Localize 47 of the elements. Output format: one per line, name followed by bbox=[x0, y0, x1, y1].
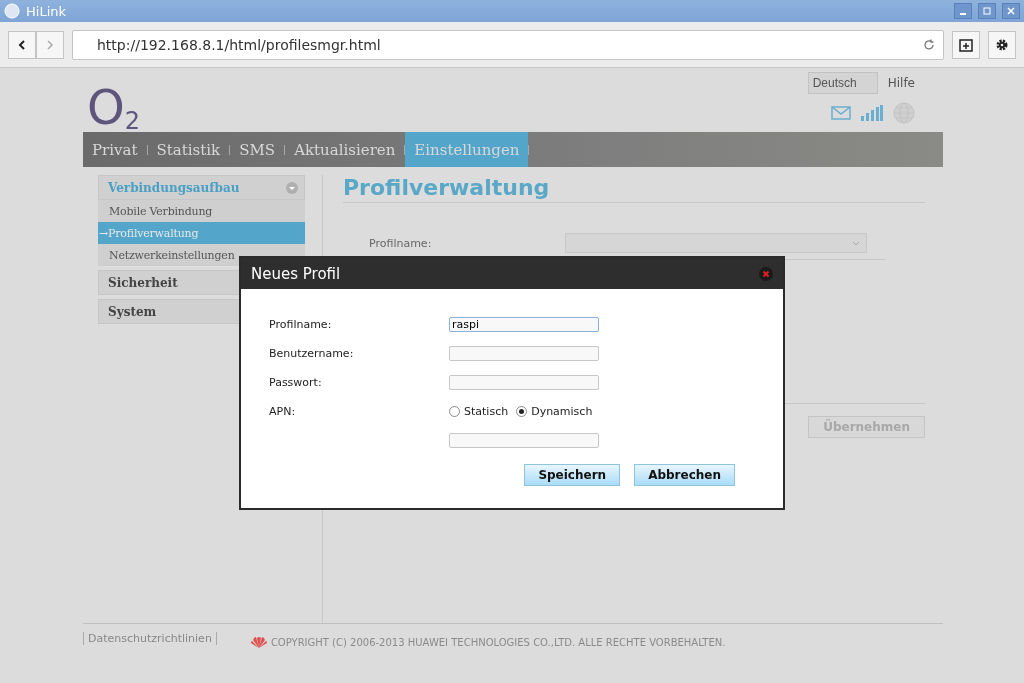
text-field[interactable] bbox=[449, 375, 599, 390]
nav-tab[interactable]: Privat bbox=[83, 132, 147, 167]
maximize-icon bbox=[983, 7, 991, 15]
maximize-button[interactable] bbox=[978, 3, 996, 19]
minimize-button[interactable] bbox=[954, 3, 972, 19]
field-label: Benutzername: bbox=[269, 347, 355, 360]
field-label: APN: bbox=[269, 405, 297, 418]
field-label: Profilname: bbox=[369, 236, 433, 250]
mail-icon bbox=[831, 106, 851, 120]
flower-logo-icon bbox=[250, 636, 267, 648]
address-bar[interactable]: http://192.168.8.1/html/profilesmgr.html bbox=[72, 29, 944, 60]
plus-icon bbox=[959, 37, 973, 52]
collapse-icon[interactable] bbox=[286, 181, 298, 194]
close-icon bbox=[1007, 7, 1015, 15]
close-button[interactable] bbox=[1002, 3, 1020, 19]
globe-icon bbox=[893, 102, 915, 124]
dialog-button[interactable]: Speichern bbox=[524, 464, 621, 486]
radio-label: Statisch bbox=[464, 405, 509, 418]
settings-button[interactable] bbox=[988, 30, 1016, 59]
page-title: Profilverwaltung bbox=[343, 175, 925, 203]
radio-label: Dynamisch bbox=[531, 405, 593, 418]
close-icon[interactable] bbox=[759, 266, 773, 281]
text-field[interactable] bbox=[449, 346, 599, 361]
back-button[interactable] bbox=[8, 30, 36, 59]
field-label: Passwort: bbox=[269, 376, 323, 389]
nav-tab[interactable]: Aktualisieren bbox=[285, 132, 405, 167]
privacy-link[interactable]: Datenschutzrichtlinien bbox=[83, 632, 217, 645]
nav-tab[interactable]: SMS bbox=[230, 132, 285, 167]
chevron-icon bbox=[852, 240, 860, 246]
sidebar-item[interactable]: Mobile Verbindung bbox=[98, 200, 305, 222]
window-title: HiLink bbox=[26, 3, 67, 19]
new-tab-button[interactable] bbox=[952, 30, 980, 59]
apn-field[interactable] bbox=[449, 433, 599, 448]
dialog-button[interactable]: Abbrechen bbox=[634, 464, 735, 486]
text-field[interactable]: raspi bbox=[449, 317, 599, 332]
copyright-text: COPYRIGHT (C) 2006-2013 HUAWEI TECHNOLOGIES CO.,LTD. ALLE RECHTE VORBEHALTEN. bbox=[270, 636, 726, 648]
help-link[interactable]: Hilfe bbox=[887, 76, 915, 90]
chevron-left-icon bbox=[17, 39, 27, 50]
reload-icon[interactable] bbox=[923, 38, 935, 51]
radio-button[interactable] bbox=[449, 406, 460, 417]
gear-icon bbox=[995, 37, 1009, 52]
language-select[interactable]: Deutsch bbox=[807, 72, 878, 94]
nav-tab[interactable]: Statistik bbox=[147, 132, 230, 167]
chevron-right-icon bbox=[45, 39, 55, 50]
signal-icon bbox=[861, 105, 883, 121]
radio-button[interactable] bbox=[516, 406, 528, 417]
globe-icon bbox=[4, 3, 20, 19]
